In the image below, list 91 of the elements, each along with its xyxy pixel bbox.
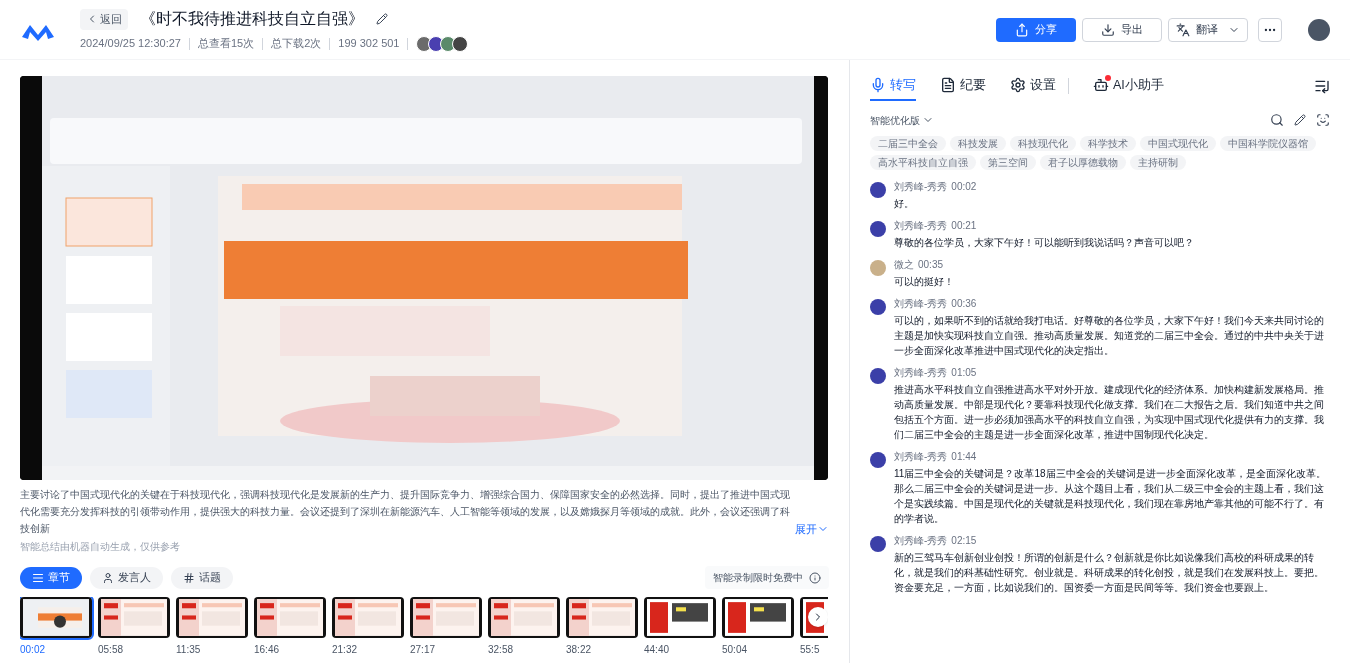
keyword-tag[interactable]: 中国式现代化	[1140, 135, 1216, 151]
keyword-tag[interactable]: 科技发展	[950, 135, 1006, 151]
chapter-tab[interactable]: 话题	[171, 566, 233, 589]
timestamp[interactable]: 01:05	[951, 365, 977, 380]
keyword-tag[interactable]: 君子以厚德载物	[1040, 154, 1126, 170]
info-icon	[809, 571, 821, 584]
document-icon	[940, 77, 956, 94]
chapter-time: 38:22	[566, 644, 593, 656]
chapter-time: 16:46	[254, 644, 281, 656]
chapter-time: 00:02	[20, 644, 47, 656]
keyword-tag[interactable]: 科学技术	[1080, 135, 1136, 151]
chapter-thumbnail[interactable]	[644, 597, 716, 638]
keyword-tag[interactable]: 科技现代化	[1010, 135, 1076, 151]
version-dropdown[interactable]: 智能优化版	[870, 112, 934, 128]
chapter-time: 05:58	[98, 644, 125, 656]
user-avatar[interactable]	[1308, 18, 1330, 41]
translate-button[interactable]: 翻译	[1168, 17, 1248, 42]
meta-text: 总下载2次	[271, 36, 322, 52]
speaker-name: 刘秀峰-秀秀	[894, 218, 948, 233]
back-button[interactable]: 返回	[80, 9, 128, 30]
edit-icon[interactable]	[1294, 114, 1306, 127]
participant-avatar	[452, 35, 469, 52]
keyword-tag[interactable]: 主持研制	[1130, 154, 1186, 170]
summary-text: 主要讨论了中国式现代化的关键在于科技现代化，强调科技现代化是发展新的生产力、提升国际竞争力、增强综合国力、保障国家安全的必然选择。同时，提出了推进中国式现代化需要充分发挥科技的引领带动作用，提供强大的科技力量。会议还提到了深圳在新能源汽车、人工智能等领域的发展，以及嫦娥探月等领域的成就。此外，会议还强调了科技创新	[20, 488, 791, 536]
transcript-text: 可以的挺好！	[894, 274, 955, 289]
timestamp[interactable]: 02:15	[951, 533, 977, 548]
document-title: 《时不我待推进科技自立自强》	[140, 9, 364, 30]
chapter-thumbnail[interactable]	[332, 597, 404, 638]
chapter-thumbnail[interactable]	[488, 597, 560, 638]
chapter-tab[interactable]: 章节	[20, 566, 82, 589]
chapter-time: 32:58	[488, 644, 515, 656]
keyword-tag[interactable]: 高水平科技自立自强	[870, 154, 976, 170]
share-button[interactable]: 分享	[996, 17, 1076, 42]
transcript-text: 新的三驾马车创新创业创投！所谓的创新是什么？创新就是你比如说像我们高校的科研成果的转化，就是我们的科基础性研究。创业就是。科研成果的转化创投，就是我们在发展科技上。要把。资金要充足，一方面，比如说我们的。国资委一方面是民间等等。我们资金也要跟上。	[894, 550, 1325, 595]
chapter-time: 27:17	[410, 644, 437, 656]
keyword-tag[interactable]: 二届三中全会	[870, 135, 946, 151]
speaker-name: 刘秀峰-秀秀	[894, 533, 948, 548]
timestamp[interactable]: 00:35	[918, 257, 944, 272]
meta-text: 199 302 501	[338, 36, 400, 52]
translate-icon	[1176, 22, 1190, 37]
export-button[interactable]: 导出	[1082, 17, 1162, 42]
download-icon	[1101, 22, 1115, 37]
transcript-text: 推进高水平科技自立自强推进高水平对外开放。建成现代化的经济体系。加快构建新发展格局。推动高质量发展。中部是现代化？要靠科技现代化做支撑。我们在二大报告之后。我们知道中共之间包括五个方面。进一步必须加强高水平的科技自立自强，为实现中国式现代化提供有力的支撑。我们二届三中全会的主题是进一步全面深化改革，推进中国制现代化决定。	[894, 382, 1325, 442]
panel-tab[interactable]: 转写	[870, 72, 916, 101]
chapter-time: 50:04	[722, 644, 749, 656]
chapter-time: 21:32	[332, 644, 359, 656]
transcript-text: 可以的，如果听不到的话就给我打电话。好尊敬的各位学员，大家下午好！我们今天来共同讨论的主题是加快实现科技自立自强。推动高质量发展。知道党的二届三中全会。通过的中共中央关于进一步全面深化改革推进中国式现代化的决定指出。	[894, 313, 1325, 358]
share-icon	[1015, 22, 1029, 37]
transcript-icon	[870, 77, 886, 94]
settings-icon	[1010, 77, 1026, 94]
chapter-thumbnail[interactable]	[722, 597, 794, 638]
chapter-thumbnail[interactable]	[20, 597, 92, 638]
person-icon	[102, 571, 114, 584]
hash-icon	[183, 571, 195, 584]
chapter-time: 55:5	[800, 644, 821, 656]
timestamp[interactable]: 00:36	[951, 296, 977, 311]
meta-text: 总查看15次	[197, 36, 255, 52]
meta-text: 2024/09/25 12:30:27	[80, 36, 181, 52]
timestamp[interactable]: 00:02	[951, 179, 977, 194]
list-icon	[32, 571, 44, 584]
recording-notice: 智能录制限时免费中	[705, 566, 829, 589]
keyword-tag[interactable]: 中国科学院仪器馆	[1220, 135, 1316, 151]
transcript-text: 11届三中全会的关键词是？改革18届三中全会的关键词是进一步全面深化改革，是全面深化改革。那么二届三中全会的关键词是进一步。从这个题目上看，我们从二级三中全会的主题上看，我们这个是实践续篇。中国是现代化的关键就是科技现代化，我们现在靠房地产靠其他的可能不行了。有的学者说。	[894, 466, 1327, 526]
scan-icon[interactable]	[1316, 113, 1330, 128]
speaker-name: 刘秀峰-秀秀	[894, 179, 948, 194]
chapter-tab[interactable]: 发言人	[90, 566, 163, 589]
chapter-thumbnail[interactable]	[566, 597, 638, 638]
robot-icon	[1093, 77, 1109, 94]
chapter-time: 11:35	[176, 644, 202, 656]
collapse-panel-icon[interactable]	[1314, 78, 1330, 95]
panel-tab[interactable]: 纪要	[940, 72, 986, 101]
transcript-text: 好。	[894, 196, 915, 211]
speaker-name: 刘秀峰-秀秀	[894, 365, 948, 380]
search-icon[interactable]	[1270, 113, 1284, 128]
transcript-text: 尊敬的各位学员，大家下午好！可以能听到我说话吗？声音可以吧？	[894, 235, 1195, 250]
timestamp[interactable]: 01:44	[951, 449, 977, 464]
speaker-name: 刘秀峰-秀秀	[894, 296, 948, 311]
speaker-name: 刘秀峰-秀秀	[894, 449, 948, 464]
chapter-thumbnail[interactable]	[254, 597, 326, 638]
panel-tab[interactable]: 设置	[1010, 72, 1056, 101]
edit-icon[interactable]	[376, 13, 388, 26]
speaker-name: 微之	[894, 257, 914, 272]
timestamp[interactable]: 00:21	[951, 218, 977, 233]
chapter-time: 44:40	[644, 644, 671, 656]
keyword-tag[interactable]: 第三空间	[980, 154, 1036, 170]
chapter-thumbnail[interactable]	[98, 597, 170, 638]
chapter-thumbnail[interactable]	[410, 597, 482, 638]
chapter-thumbnail[interactable]	[176, 597, 248, 638]
panel-tab[interactable]: AI小助手	[1093, 72, 1164, 101]
disclaimer-text: 智能总结由机器自动生成，仅供参考	[20, 540, 181, 554]
expand-link[interactable]: 展开	[795, 520, 829, 537]
